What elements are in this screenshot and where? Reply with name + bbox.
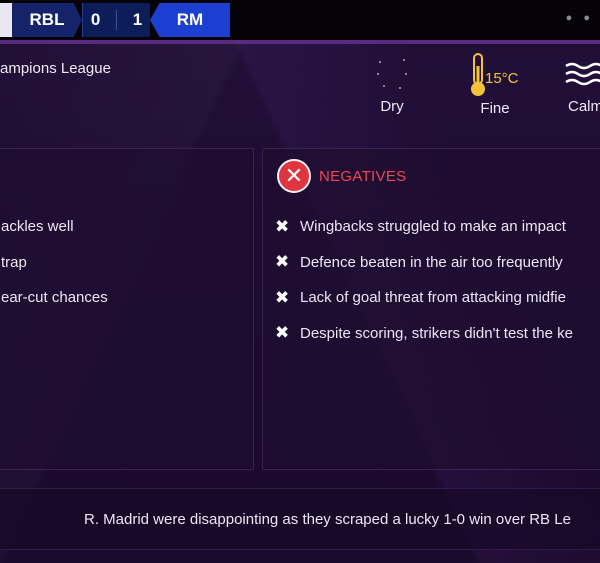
menu-dots-icon[interactable]: ● ● (566, 12, 594, 24)
weather-precipitation: Dry (362, 52, 422, 115)
negatives-title: NEGATIVES (319, 167, 407, 185)
list-item: ackles well (1, 218, 74, 236)
list-item: ✖ Lack of goal threat from attacking mid… (275, 280, 573, 316)
wind-label: Calm (568, 98, 600, 115)
list-item: ✖ Defence beaten in the air too frequent… (275, 245, 573, 281)
list-item: ✖ Despite scoring, strikers didn't test … (275, 316, 573, 352)
match-summary: R. Madrid were disappointing as they scr… (0, 488, 600, 550)
precipitation-label: Dry (380, 98, 404, 115)
temperature: 15°C (485, 70, 519, 87)
list-item: ✖ Wingbacks struggled to make an impact (275, 209, 573, 245)
scoreboard: RBL 0 1 RM (0, 3, 230, 37)
negatives-list: ✖ Wingbacks struggled to make an impact … (275, 209, 573, 351)
away-score: 1 (132, 10, 143, 29)
cross-icon: ✖ (275, 287, 290, 307)
away-team: RM (150, 3, 230, 37)
list-item: trap (1, 253, 27, 271)
competition-name: ampions League (0, 60, 111, 77)
header-divider (0, 40, 600, 44)
list-item-text: Defence beaten in the air too frequently (300, 253, 563, 271)
sky-label: Fine (480, 100, 510, 117)
moon-icon (377, 59, 407, 89)
cross-icon: ✖ (275, 216, 290, 236)
cross-icon: ✖ (275, 323, 290, 343)
cross-icon: ✕ (277, 159, 311, 193)
home-score: 0 (90, 10, 101, 29)
summary-text: R. Madrid were disappointing as they scr… (84, 511, 571, 528)
list-item-text: Wingbacks struggled to make an impact (300, 218, 566, 236)
cross-icon: ✖ (275, 252, 290, 272)
weather-sky: 15°C Fine (455, 52, 535, 117)
negatives-panel: ✕ NEGATIVES ✖ Wingbacks struggled to mak… (262, 148, 600, 470)
positives-list: ackles well trap ear-cut chances (1, 209, 108, 316)
weather-wind: Calm (562, 52, 600, 115)
negatives-header: ✕ NEGATIVES (277, 159, 406, 193)
score-divider (116, 10, 117, 30)
list-item-text: Lack of goal threat from attacking midfi… (300, 289, 566, 307)
positives-panel: ackles well trap ear-cut chances (0, 148, 254, 470)
list-item-text: Despite scoring, strikers didn't test th… (300, 324, 573, 342)
list-item: ear-cut chances (1, 289, 108, 307)
scoreboard-edge (0, 3, 12, 37)
home-team: RBL (12, 3, 82, 37)
wind-icon (565, 62, 600, 86)
score: 0 1 (82, 3, 150, 37)
top-bar: RBL 0 1 RM ● ● (0, 0, 600, 40)
